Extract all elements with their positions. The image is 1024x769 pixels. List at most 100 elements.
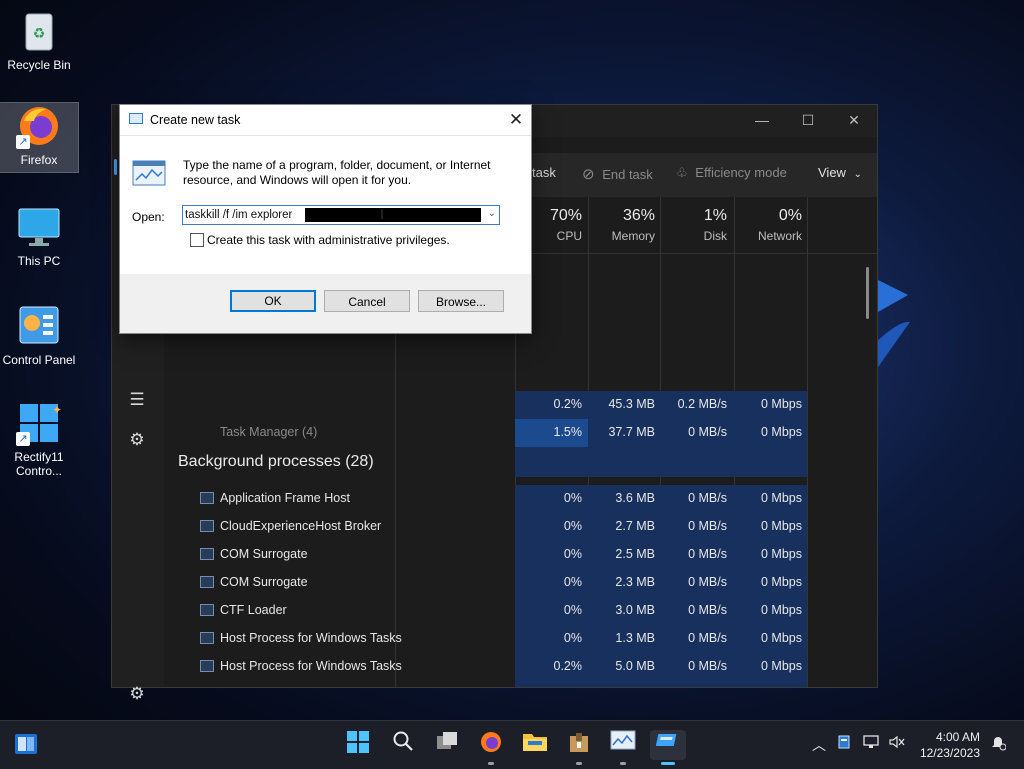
view-menu-button[interactable]: View ⌄	[818, 165, 862, 180]
memory-cell: 2.3 MB	[615, 575, 655, 589]
column-header-memory[interactable]: 36% Memory	[585, 207, 655, 243]
disk-cell: 0 MB/s	[688, 491, 727, 505]
memory-percent: 36%	[622, 207, 655, 224]
memory-cell: 1.3 MB	[615, 631, 655, 645]
network-icon[interactable]	[863, 735, 879, 752]
desktop-icon-recycle-bin[interactable]: ♻ Recycle Bin	[0, 8, 78, 78]
column-header-disk[interactable]: 1% Disk	[657, 207, 727, 243]
cpu-cell: 0%	[563, 491, 582, 505]
process-icon	[200, 492, 214, 504]
open-input-value: taskkill /f /im explorer	[185, 209, 293, 221]
desktop-icon-control-panel[interactable]: Control Panel	[0, 303, 78, 371]
desktop-icon-rectify11[interactable]: ✦ ↗ Rectify11 Contro...	[0, 400, 78, 482]
services-icon[interactable]: ⚙	[124, 427, 150, 453]
open-input[interactable]: taskkill /f /im explorer ⌄ I	[182, 205, 500, 225]
ok-button[interactable]: OK	[230, 290, 316, 312]
package-icon[interactable]	[563, 730, 595, 765]
volume-muted-icon[interactable]	[889, 735, 905, 752]
details-icon[interactable]: ☰	[124, 387, 150, 413]
process-icon	[200, 632, 214, 644]
table-row[interactable]: Application Frame Host 0% 3.6 MB 0 MB/s 0 Mb…	[164, 485, 864, 513]
running-indicator	[488, 762, 494, 765]
run-dialog-taskbar-icon[interactable]	[650, 730, 686, 765]
efficiency-mode-label: Efficiency mode	[695, 165, 787, 180]
cancel-button[interactable]: Cancel	[324, 290, 410, 312]
end-task-icon: ⊘	[582, 166, 595, 183]
cpu-cell: 0%	[563, 631, 582, 645]
tray-app-icon[interactable]	[838, 735, 850, 752]
desktop-icon-firefox[interactable]: ↗ Firefox	[0, 102, 79, 173]
network-cell: 0 Mbps	[761, 547, 802, 561]
memory-cell: 5.0 MB	[615, 659, 655, 673]
table-row[interactable]: CTF Loader 0% 3.0 MB 0 MB/s 0 Mbps	[164, 597, 864, 625]
minimize-button[interactable]: —	[739, 105, 785, 135]
task-manager-taskbar-icon[interactable]	[607, 730, 639, 765]
clock[interactable]: 4:00 AM 12/23/2023	[918, 729, 980, 761]
network-cell: 0 Mbps	[761, 397, 802, 411]
settings-icon[interactable]: ⚙	[124, 681, 150, 707]
table-row[interactable]: Host Process for Windows Tasks0%1.0 MB0 …	[164, 681, 864, 687]
widgets-icon[interactable]	[14, 733, 38, 755]
admin-privileges-checkbox[interactable]	[190, 233, 204, 247]
admin-privileges-label[interactable]: Create this task with administrative pri…	[207, 233, 450, 247]
process-name: Host Process for Windows Tasks	[220, 631, 402, 645]
desktop-icon-this-pc[interactable]: This PC	[0, 204, 78, 272]
table-row[interactable]: 0.2% 45.3 MB 0.2 MB/s 0 Mbps	[164, 391, 864, 419]
table-row[interactable]: COM Surrogate 0% 2.5 MB 0 MB/s 0 Mbps	[164, 541, 864, 569]
network-cell: 0 Mbps	[761, 659, 802, 673]
start-button[interactable]	[342, 730, 374, 760]
dialog-titlebar[interactable]: Create new task ✕	[120, 105, 531, 135]
close-button[interactable]: ✕	[831, 105, 877, 135]
memory-label: Memory	[611, 229, 655, 243]
chevron-up-icon[interactable]: ︿	[812, 735, 826, 755]
process-icon	[200, 548, 214, 560]
maximize-button[interactable]: ☐	[785, 105, 831, 135]
control-panel-icon	[16, 303, 62, 349]
firefox-taskbar-icon[interactable]	[475, 730, 507, 765]
open-label: Open:	[132, 210, 165, 224]
memory-cell: 2.7 MB	[615, 519, 655, 533]
table-row[interactable]: Host Process for Windows Tasks 0.2% 5.0 MB…	[164, 653, 864, 681]
disk-cell: 0 MB/s	[688, 425, 727, 439]
end-task-button[interactable]: ⊘ End task	[582, 165, 653, 183]
desktop-icon-label: Firefox	[20, 153, 58, 167]
browse-button[interactable]: Browse...	[418, 290, 504, 312]
scrollbar-thumb[interactable]	[866, 267, 869, 319]
efficiency-mode-button[interactable]: ♧ Efficiency mode	[676, 165, 787, 181]
network-cell: 0 Mbps	[761, 603, 802, 617]
desktop-icon-label: Recycle Bin	[7, 58, 71, 72]
nav-selection-indicator	[114, 159, 117, 175]
disk-percent: 1%	[703, 207, 727, 224]
process-name: Application Frame Host	[220, 491, 350, 505]
file-explorer-icon[interactable]	[519, 730, 551, 760]
search-icon[interactable]	[387, 730, 419, 760]
close-icon[interactable]: ✕	[503, 107, 529, 133]
table-row[interactable]: Task Manager (4) 1.5% 37.7 MB 0 MB/s 0 M…	[164, 419, 864, 447]
chevron-down-icon[interactable]: ⌄	[488, 208, 496, 219]
column-header-network[interactable]: 0% Network	[732, 207, 802, 243]
table-row[interactable]: CloudExperienceHost Broker 0% 2.7 MB 0 MB/s…	[164, 513, 864, 541]
cpu-cell: 0.2%	[553, 397, 583, 411]
create-new-task-dialog[interactable]: Create new task ✕ Type the name of a pro…	[119, 104, 532, 334]
table-row[interactable]: COM Surrogate 0% 2.3 MB 0 MB/s 0 Mbps	[164, 569, 864, 597]
task-view-icon[interactable]	[431, 730, 463, 760]
run-new-task-button[interactable]: task	[532, 165, 556, 180]
end-task-label: End task	[602, 167, 653, 182]
firefox-icon: ↗	[16, 103, 62, 149]
shortcut-arrow-icon: ↗	[16, 135, 30, 149]
shortcut-arrow-icon: ↗	[16, 432, 30, 446]
text-cursor-icon: I	[380, 206, 384, 222]
process-name: Host Process for Windows Tasks	[220, 659, 402, 673]
memory-cell: 3.6 MB	[615, 491, 655, 505]
rectify11-icon: ✦ ↗	[16, 400, 62, 446]
disk-label: Disk	[703, 229, 727, 243]
disk-cell: 0 MB/s	[688, 519, 727, 533]
notification-icon[interactable]	[990, 735, 1007, 754]
dialog-description: Type the name of a program, folder, docu…	[183, 158, 491, 187]
table-row[interactable]: Host Process for Windows Tasks 0% 1.3 MB 0 …	[164, 625, 864, 653]
network-cell: 0 Mbps	[761, 631, 802, 645]
svg-text:✦: ✦	[52, 403, 62, 417]
desktop-icon-label: Control Panel	[2, 353, 76, 367]
disk-cell: 0 MB/s	[688, 603, 727, 617]
svg-text:♻: ♻	[33, 25, 46, 41]
